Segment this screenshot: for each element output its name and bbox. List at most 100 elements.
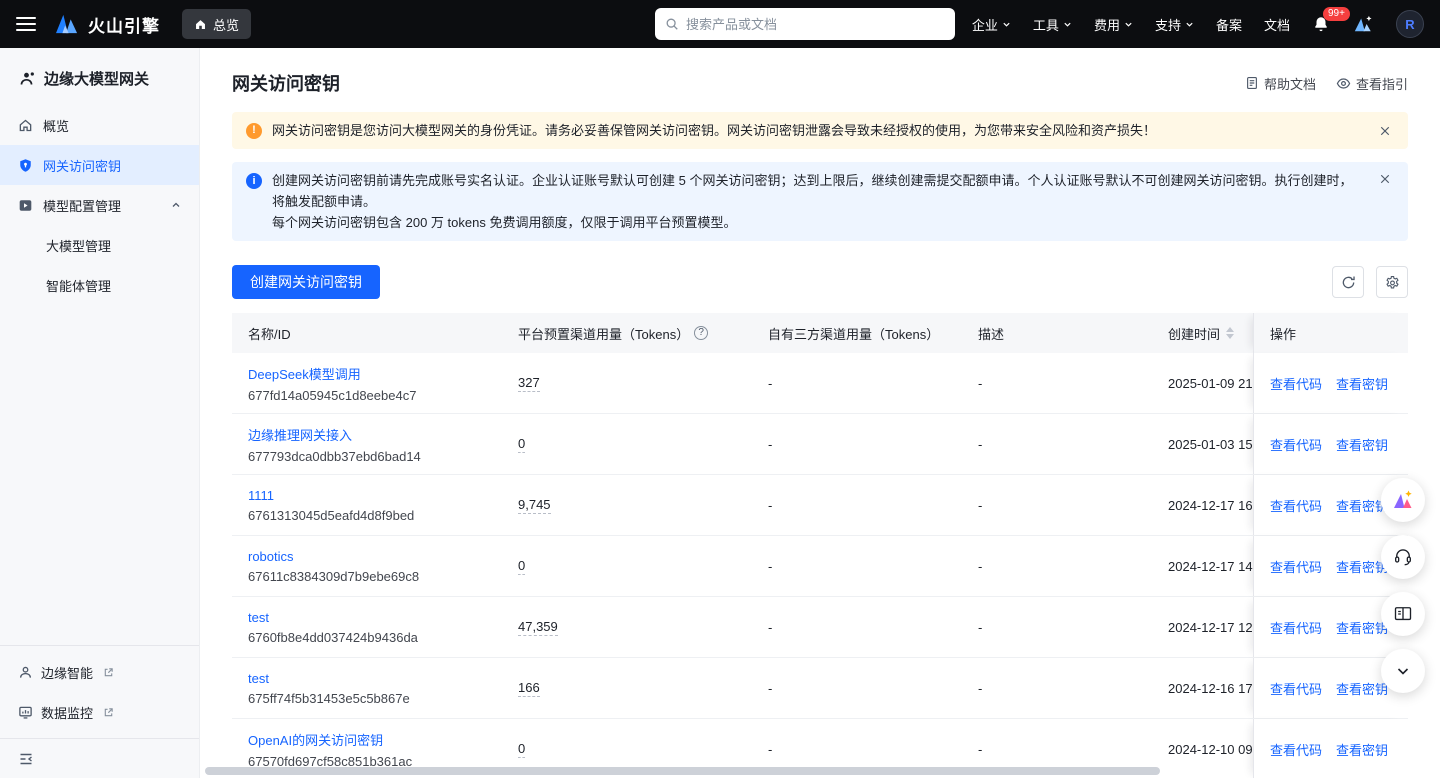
- close-icon[interactable]: [1376, 122, 1394, 140]
- info-alert-line-2: 每个网关访问密钥包含 200 万 tokens 免费调用额度，仅限于调用平台预置…: [272, 212, 1360, 233]
- top-navbar: 火山引擎 总览 企业 工具 费用 支持 备案 文档: [0, 0, 1440, 48]
- nav-link-beian[interactable]: 备案: [1216, 15, 1242, 34]
- sort-icon[interactable]: [1226, 327, 1234, 339]
- description-value: -: [962, 475, 1152, 535]
- view-code-link[interactable]: 查看代码: [1270, 374, 1322, 393]
- created-time-value: 2024-12-17 16:0: [1152, 475, 1253, 535]
- key-name-link[interactable]: 边缘推理网关接入: [248, 425, 352, 444]
- warning-icon: !: [246, 123, 262, 139]
- sidebar-item-agent-management[interactable]: 智能体管理: [0, 265, 199, 305]
- customer-service-button[interactable]: [1381, 535, 1425, 579]
- platform-usage-value[interactable]: 0: [518, 436, 525, 453]
- access-keys-table: 名称/ID 平台预置渠道用量（Tokens） ? 自有三方渠道用量（Tokens…: [232, 313, 1408, 778]
- sidebar-item-overview[interactable]: 概览: [0, 105, 199, 145]
- key-name-link[interactable]: test: [248, 671, 269, 686]
- create-access-key-button[interactable]: 创建网关访问密钥: [232, 265, 380, 299]
- view-code-link[interactable]: 查看代码: [1270, 557, 1322, 576]
- nav-menu-enterprise[interactable]: 企业: [972, 15, 1011, 34]
- help-doc-label: 帮助文档: [1264, 74, 1316, 93]
- sidebar-item-agent-management-label: 智能体管理: [46, 276, 111, 295]
- key-id: 6760fb8e4dd037424b9436da: [248, 630, 418, 645]
- collapse-sidebar-icon[interactable]: [18, 751, 34, 767]
- key-name-link[interactable]: 1111: [248, 488, 274, 503]
- question-circle-icon[interactable]: ?: [694, 326, 708, 340]
- chevron-down-icon: [1002, 20, 1011, 29]
- key-name-link[interactable]: robotics: [248, 549, 294, 564]
- platform-usage-value[interactable]: 0: [518, 741, 525, 758]
- promo-assistant-button[interactable]: [1381, 478, 1425, 522]
- key-name-link[interactable]: OpenAI的网关访问密钥: [248, 730, 383, 749]
- nav-menu-enterprise-label: 企业: [972, 15, 998, 34]
- sidebar-item-gateway-access-keys[interactable]: 网关访问密钥: [0, 145, 199, 185]
- nav-menu-billing-label: 费用: [1094, 15, 1120, 34]
- created-time-value: 2025-01-09 21:3: [1152, 353, 1253, 413]
- document-icon: [1245, 76, 1259, 90]
- sidebar-menu: 概览 网关访问密钥 模型配置管理 大模型管理 智能体管理: [0, 105, 199, 305]
- column-settings-button[interactable]: [1376, 266, 1408, 298]
- external-link-icon: [103, 667, 114, 678]
- global-search[interactable]: [655, 8, 955, 40]
- platform-usage-value[interactable]: 0: [518, 558, 525, 575]
- description-value: -: [962, 536, 1152, 596]
- key-id: 675ff74f5b31453e5c5b867e: [248, 691, 410, 706]
- view-code-link[interactable]: 查看代码: [1270, 496, 1322, 515]
- key-name-link[interactable]: DeepSeek模型调用: [248, 364, 361, 383]
- nav-menu-support-label: 支持: [1155, 15, 1181, 34]
- main-content: 网关访问密钥 帮助文档 查看指引 ! 网关访问密钥是您访问大模型网关的身份凭证。…: [200, 48, 1440, 778]
- table-header-row: 名称/ID 平台预置渠道用量（Tokens） ? 自有三方渠道用量（Tokens…: [232, 313, 1408, 353]
- avatar[interactable]: R: [1396, 10, 1424, 38]
- platform-usage-value[interactable]: 47,359: [518, 619, 558, 636]
- view-code-link[interactable]: 查看代码: [1270, 435, 1322, 454]
- column-header-description: 描述: [962, 313, 1152, 353]
- promo-assistant-icon: [1390, 488, 1416, 512]
- view-key-link[interactable]: 查看密钥: [1336, 374, 1388, 393]
- chevron-down-icon: [1124, 20, 1133, 29]
- nav-menu-tools-label: 工具: [1033, 15, 1059, 34]
- view-code-link[interactable]: 查看代码: [1270, 618, 1322, 637]
- platform-usage-value[interactable]: 166: [518, 680, 540, 697]
- search-input[interactable]: [686, 17, 945, 32]
- column-header-platform-usage: 平台预置渠道用量（Tokens） ?: [502, 313, 752, 353]
- nav-overview-label: 总览: [213, 15, 239, 34]
- ai-assistant-icon: [1352, 14, 1374, 34]
- sidebar-item-overview-label: 概览: [43, 116, 69, 135]
- sidebar-item-llm-management[interactable]: 大模型管理: [0, 225, 199, 265]
- sidebar-item-edge-intelligence-label: 边缘智能: [41, 663, 93, 682]
- external-link-icon: [103, 707, 114, 718]
- created-time-value: 2024-12-17 14:3: [1152, 536, 1253, 596]
- nav-overview-tab[interactable]: 总览: [182, 9, 251, 39]
- sidebar-item-edge-intelligence[interactable]: 边缘智能: [0, 652, 199, 692]
- column-header-created-time[interactable]: 创建时间: [1152, 313, 1253, 353]
- scroll-collapse-button[interactable]: [1381, 649, 1425, 693]
- view-guide-link[interactable]: 查看指引: [1336, 74, 1408, 93]
- help-doc-link[interactable]: 帮助文档: [1245, 74, 1316, 93]
- view-key-link[interactable]: 查看密钥: [1336, 435, 1388, 454]
- hamburger-menu-icon[interactable]: [16, 17, 36, 31]
- close-icon[interactable]: [1376, 170, 1394, 188]
- ai-assistant-button[interactable]: [1352, 14, 1374, 34]
- platform-usage-value[interactable]: 327: [518, 375, 540, 392]
- view-code-link[interactable]: 查看代码: [1270, 679, 1322, 698]
- key-id: 677fd14a05945c1d8eebe4c7: [248, 388, 416, 403]
- nav-menu-support[interactable]: 支持: [1155, 15, 1194, 34]
- chevron-down-icon: [1185, 20, 1194, 29]
- refresh-button[interactable]: [1332, 266, 1364, 298]
- notifications-button[interactable]: 99+: [1312, 15, 1330, 33]
- docs-manual-button[interactable]: [1381, 592, 1425, 636]
- view-key-link[interactable]: 查看密钥: [1336, 740, 1388, 759]
- nav-menu-billing[interactable]: 费用: [1094, 15, 1133, 34]
- platform-usage-value[interactable]: 9,745: [518, 497, 551, 514]
- sidebar-item-model-config[interactable]: 模型配置管理: [0, 185, 199, 225]
- brand-logo[interactable]: 火山引擎: [54, 12, 160, 37]
- view-code-link[interactable]: 查看代码: [1270, 740, 1322, 759]
- horizontal-scrollbar[interactable]: [205, 767, 1160, 775]
- nav-link-docs[interactable]: 文档: [1264, 15, 1290, 34]
- floating-action-buttons: [1381, 478, 1425, 693]
- warning-alert-text: 网关访问密钥是您访问大模型网关的身份凭证。请务必妥善保管网关访问密钥。网关访问密…: [272, 120, 1360, 141]
- key-name-link[interactable]: test: [248, 610, 269, 625]
- sidebar-item-data-monitoring[interactable]: 数据监控: [0, 692, 199, 732]
- sidebar-product-title: 边缘大模型网关: [0, 48, 199, 105]
- description-value: -: [962, 597, 1152, 657]
- book-icon: [1393, 604, 1413, 624]
- nav-menu-tools[interactable]: 工具: [1033, 15, 1072, 34]
